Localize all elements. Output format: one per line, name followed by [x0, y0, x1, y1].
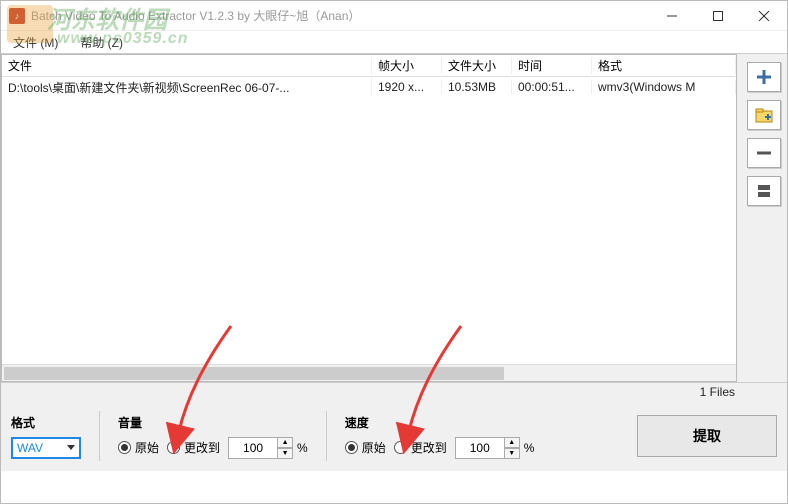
scrollbar-thumb[interactable] — [4, 367, 504, 380]
volume-spinner[interactable]: ▲▼ — [277, 437, 293, 459]
divider — [99, 411, 100, 461]
main-area: 文件 帧大小 文件大小 时间 格式 D:\tools\桌面\新建文件夹\新视频\… — [1, 53, 787, 383]
volume-change-radio[interactable]: 更改到 — [167, 439, 220, 456]
format-value: WAV — [17, 441, 43, 455]
format-group: 格式 WAV — [11, 414, 81, 459]
radio-label: 原始 — [135, 439, 159, 456]
format-label: 格式 — [11, 414, 81, 431]
volume-original-radio[interactable]: 原始 — [118, 439, 159, 456]
percent-sign: % — [524, 441, 535, 455]
radio-icon — [394, 441, 407, 454]
menubar: 文件 (M) 帮助 (Z) — [1, 31, 787, 53]
table-header: 文件 帧大小 文件大小 时间 格式 — [2, 55, 736, 77]
cell-time: 00:00:51... — [512, 80, 592, 94]
volume-value-input[interactable]: 100 — [228, 437, 278, 459]
radio-icon — [345, 441, 358, 454]
side-toolbar — [741, 54, 787, 382]
bottom-panel: 格式 WAV 音量 原始 更改到 100 ▲▼ % 速度 — [1, 401, 787, 471]
window-title: Batch Video To Audio Extractor V1.2.3 by… — [31, 7, 360, 24]
col-time[interactable]: 时间 — [512, 57, 592, 74]
menu-file[interactable]: 文件 (M) — [7, 32, 64, 53]
folder-plus-icon — [755, 107, 773, 123]
app-icon: ♪ — [9, 8, 25, 24]
percent-sign: % — [297, 441, 308, 455]
radio-icon — [167, 441, 180, 454]
volume-group: 音量 原始 更改到 100 ▲▼ % — [118, 414, 308, 459]
divider — [326, 411, 327, 461]
extract-label: 提取 — [693, 426, 721, 446]
add-file-button[interactable] — [747, 62, 781, 92]
speed-original-radio[interactable]: 原始 — [345, 439, 386, 456]
add-folder-button[interactable] — [747, 100, 781, 130]
close-button[interactable] — [741, 1, 787, 31]
speed-spinner[interactable]: ▲▼ — [504, 437, 520, 459]
radio-icon — [118, 441, 131, 454]
cell-frame: 1920 x... — [372, 80, 442, 94]
table-body[interactable]: D:\tools\桌面\新建文件夹\新视频\ScreenRec 06-07-..… — [2, 77, 736, 364]
cell-format: wmv3(Windows M — [592, 80, 736, 94]
maximize-button[interactable] — [695, 1, 741, 31]
col-frame[interactable]: 帧大小 — [372, 57, 442, 74]
radio-label: 原始 — [362, 439, 386, 456]
horizontal-scrollbar[interactable] — [2, 364, 736, 381]
speed-change-radio[interactable]: 更改到 — [394, 439, 447, 456]
speed-group: 速度 原始 更改到 100 ▲▼ % — [345, 414, 535, 459]
plus-icon — [755, 68, 773, 86]
titlebar: ♪ Batch Video To Audio Extractor V1.2.3 … — [1, 1, 787, 31]
remove-button[interactable] — [747, 138, 781, 168]
cell-size: 10.53MB — [442, 80, 512, 94]
volume-label: 音量 — [118, 414, 308, 431]
cell-file: D:\tools\桌面\新建文件夹\新视频\ScreenRec 06-07-..… — [2, 79, 372, 96]
clear-button[interactable] — [747, 176, 781, 206]
radio-label: 更改到 — [411, 439, 447, 456]
table-row[interactable]: D:\tools\桌面\新建文件夹\新视频\ScreenRec 06-07-..… — [2, 77, 736, 97]
format-select[interactable]: WAV — [11, 437, 81, 459]
chevron-down-icon — [67, 445, 75, 450]
col-file[interactable]: 文件 — [2, 57, 372, 74]
col-format[interactable]: 格式 — [592, 57, 736, 74]
radio-label: 更改到 — [184, 439, 220, 456]
clear-icon — [755, 182, 773, 200]
speed-value-input[interactable]: 100 — [455, 437, 505, 459]
extract-button[interactable]: 提取 — [637, 415, 777, 457]
minimize-button[interactable] — [649, 1, 695, 31]
minus-icon — [755, 144, 773, 162]
files-count-label: 1 Files — [1, 383, 787, 401]
col-size[interactable]: 文件大小 — [442, 57, 512, 74]
file-list: 文件 帧大小 文件大小 时间 格式 D:\tools\桌面\新建文件夹\新视频\… — [1, 54, 737, 382]
menu-help[interactable]: 帮助 (Z) — [74, 32, 129, 53]
speed-label: 速度 — [345, 414, 535, 431]
